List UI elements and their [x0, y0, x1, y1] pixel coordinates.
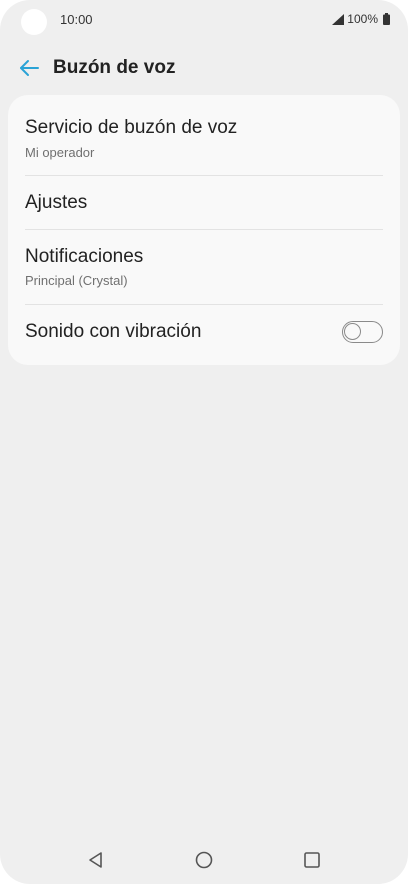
toggle-knob — [344, 323, 361, 340]
item-title: Ajustes — [25, 192, 88, 213]
list-item-notificaciones[interactable]: Notificaciones Principal (Crystal) — [8, 230, 400, 304]
list-item-servicio-buzon[interactable]: Servicio de buzón de voz Mi operador — [8, 95, 400, 175]
item-title: Sonido con vibración — [25, 321, 202, 342]
status-time: 10:00 — [60, 12, 93, 27]
status-bar: 10:00 100% — [0, 0, 408, 40]
vibration-toggle[interactable] — [342, 321, 383, 343]
battery-percent: 100% — [347, 12, 378, 26]
arrow-left-icon[interactable] — [18, 57, 40, 79]
page-title: Buzón de voz — [53, 57, 176, 78]
battery-icon — [383, 13, 390, 25]
item-title: Servicio de buzón de voz — [25, 117, 238, 138]
item-title: Notificaciones — [25, 246, 144, 267]
settings-card: Servicio de buzón de voz Mi operador Aju… — [8, 95, 400, 365]
nav-bar — [0, 840, 408, 880]
list-item-ajustes[interactable]: Ajustes — [8, 176, 400, 229]
home-circle-icon[interactable] — [194, 850, 214, 870]
signal-icon — [332, 13, 345, 25]
app-bar: Buzón de voz — [0, 48, 408, 88]
status-indicators: 100% — [332, 12, 390, 26]
item-subtitle: Principal (Crystal) — [25, 273, 128, 288]
phone-screen: 10:00 100% Buzón de voz Servicio de buzó… — [0, 0, 408, 884]
recents-square-icon[interactable] — [302, 850, 322, 870]
camera-cutout — [21, 9, 47, 35]
item-subtitle: Mi operador — [25, 145, 95, 160]
back-triangle-icon[interactable] — [86, 850, 106, 870]
